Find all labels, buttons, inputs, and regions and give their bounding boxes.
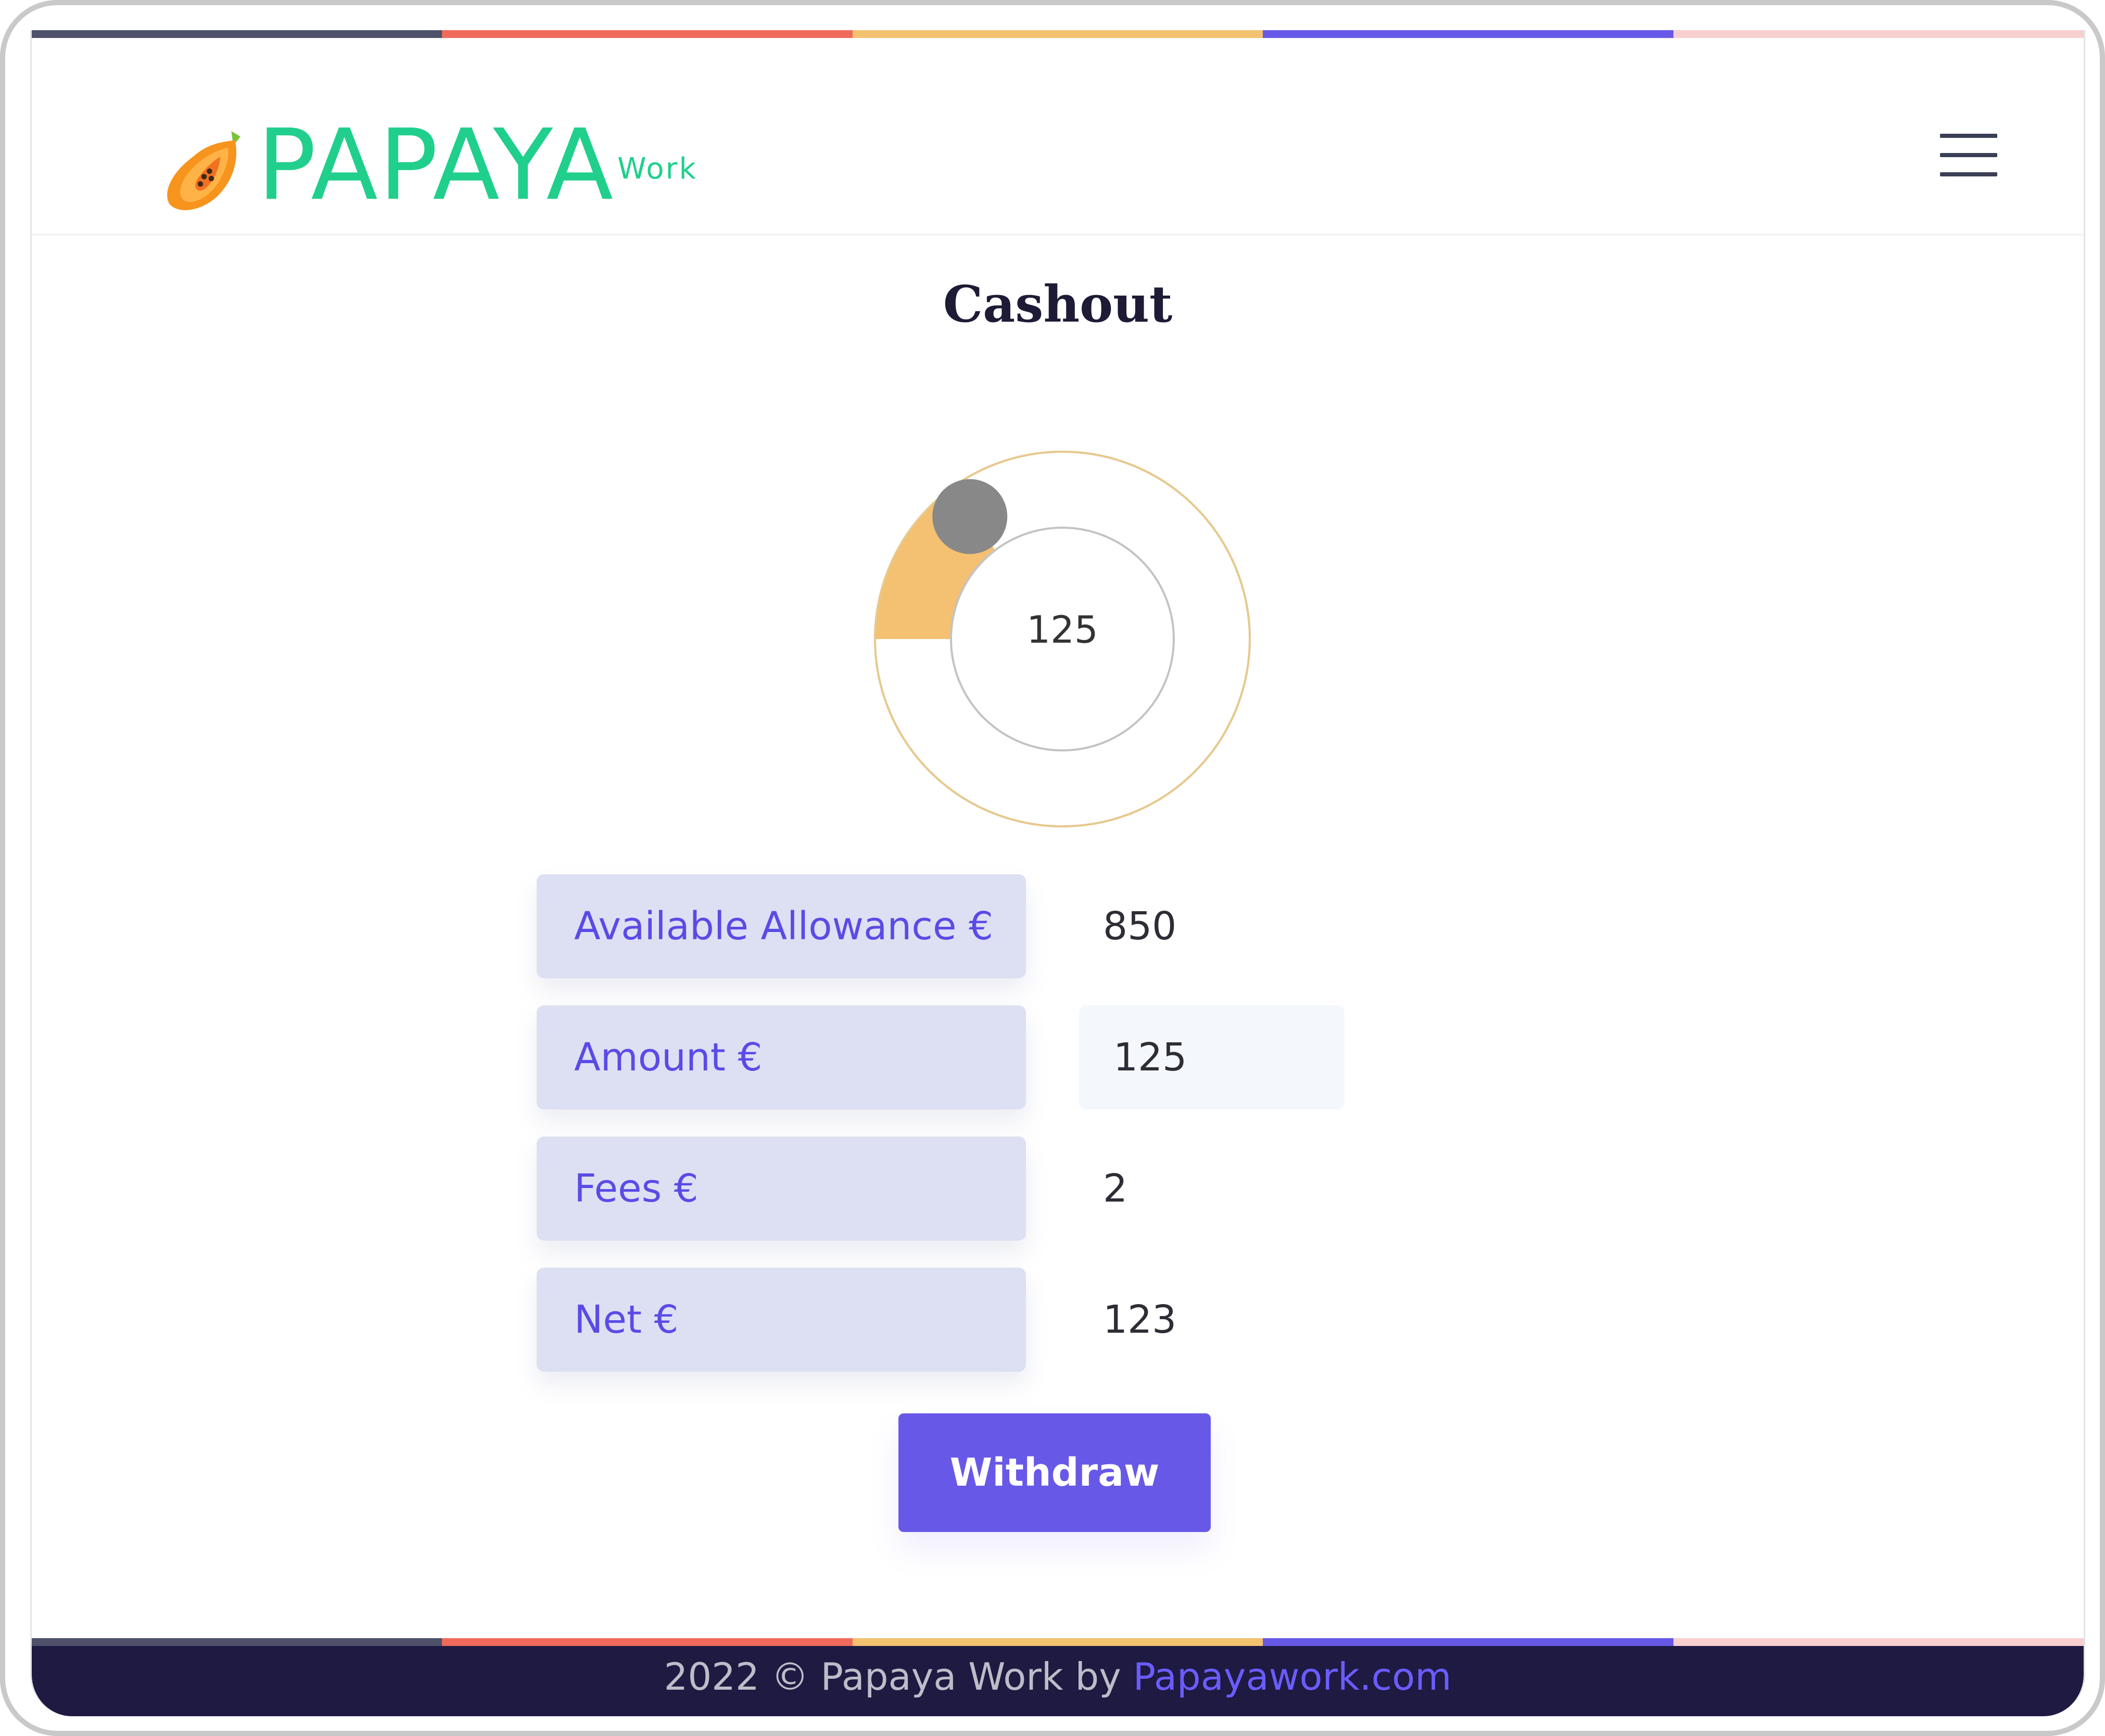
brand-subtitle: Work	[617, 152, 698, 186]
footer-text: 2022 © Papaya Work by	[664, 1655, 1133, 1699]
page-title: Cashout	[943, 275, 1173, 334]
menu-line	[1940, 153, 1997, 157]
menu-line	[1940, 172, 1997, 176]
fees-row: Fees € 2	[537, 1137, 1474, 1241]
brand-logo[interactable]: PAPAYA Work	[157, 111, 698, 215]
allowance-label: Available Allowance €	[537, 874, 1026, 978]
stripe-segment	[32, 30, 442, 38]
stripe-segment	[442, 1638, 853, 1646]
app-footer: 2022 © Papaya Work by Papayawork.com	[32, 1646, 2084, 1716]
stripe-segment	[1263, 1638, 1673, 1646]
gauge-value: 125	[1026, 608, 1098, 652]
gauge-handle[interactable]	[932, 479, 1008, 554]
stripe-segment	[32, 1638, 442, 1646]
net-label: Net €	[537, 1268, 1026, 1372]
stripe-segment	[1673, 1638, 2084, 1646]
fees-value: 2	[1103, 1166, 1128, 1211]
net-row: Net € 123	[537, 1268, 1474, 1372]
amount-row: Amount €	[537, 1005, 1474, 1109]
app-header: PAPAYA Work	[32, 38, 2084, 236]
stripe-segment	[442, 30, 853, 38]
net-value: 123	[1103, 1297, 1177, 1342]
brand-name: PAPAYA	[257, 108, 615, 222]
footer-link[interactable]: Papayawork.com	[1133, 1655, 1452, 1699]
bottom-color-stripe	[32, 1638, 2084, 1646]
menu-line	[1940, 134, 1997, 138]
papaya-icon	[167, 131, 240, 210]
amount-label: Amount €	[537, 1005, 1026, 1109]
allowance-value: 850	[1103, 904, 1177, 949]
stripe-segment	[852, 30, 1263, 38]
allowance-row: Available Allowance € 850	[537, 874, 1474, 978]
withdraw-button[interactable]: Withdraw	[898, 1413, 1211, 1532]
fees-label: Fees €	[537, 1137, 1026, 1241]
stripe-segment	[852, 1638, 1263, 1646]
hamburger-menu-icon[interactable]	[1940, 132, 1997, 178]
top-color-stripe	[32, 30, 2084, 38]
stripe-segment	[1673, 30, 2084, 38]
app-viewport: PAPAYA Work Cashout 125 Available Allowa…	[30, 30, 2085, 1716]
device-frame: PAPAYA Work Cashout 125 Available Allowa…	[0, 0, 2105, 1736]
stripe-segment	[1263, 30, 1673, 38]
amount-input[interactable]	[1079, 1005, 1345, 1109]
